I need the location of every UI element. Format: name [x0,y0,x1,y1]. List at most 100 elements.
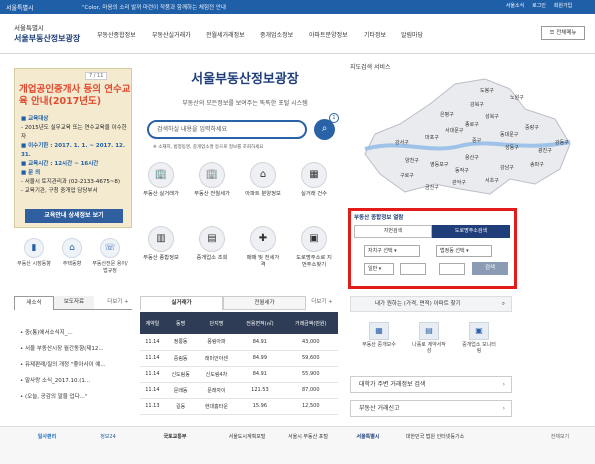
seoul-map[interactable]: 도봉구노원구강북구은평구 성북구중랑구 종로구서대문구동대문구 마포구중구성동구 광진구… [360,74,575,202]
table-row[interactable]: 11.14 중림동 래미안아센 84.99 59,600 [140,350,338,367]
map-district[interactable]: 노원구 [510,94,524,101]
tab-press[interactable]: 보도자료 [54,296,94,309]
map-district[interactable]: 금천구 [425,184,439,191]
nav-item[interactable]: 전월세거래정보 [206,30,245,39]
map-district[interactable]: 용산구 [465,154,479,161]
nav-item[interactable]: 중개업소정보 [260,30,293,39]
quick-terms[interactable]: ☏ 부동산전문 용어/법규정 [92,238,128,274]
map-district[interactable]: 강서구 [395,139,409,146]
footer-more-link[interactable]: 전체보기 [540,433,580,451]
footer-logo[interactable]: 서울시 부동산 포털 [285,433,331,451]
nav-item[interactable]: 알림마당 [401,30,423,39]
tab-rent-price[interactable]: 전월세가 [223,296,306,310]
table-row[interactable]: 11.14 문래동 문래자이 121.53 87,000 [140,382,338,399]
footer-logo[interactable]: 대한민국 법원 인터넷등기소 [403,433,467,451]
map-district[interactable]: 성동구 [505,144,519,151]
lot-sub-input[interactable] [439,263,465,275]
map-district[interactable]: 서초구 [485,177,499,184]
news-more-link[interactable]: 더보기 + [104,296,132,309]
map-district[interactable]: 영등포구 [430,161,449,168]
district-select[interactable]: 자치구 선택 ▾ [364,245,420,257]
map-district[interactable]: 구로구 [400,173,414,179]
map-district[interactable]: 강남구 [500,164,514,171]
banner-pager[interactable]: 7 / 11 [85,72,108,80]
map-district[interactable]: 성북구 [485,113,499,120]
brokerage-fee[interactable]: ▦ 부동산 중개보수 [360,322,398,348]
map-district[interactable]: 강북구 [470,101,484,108]
map-district[interactable]: 마포구 [425,134,439,141]
map-district[interactable]: 동작구 [455,167,469,174]
table-cell: 15.96 [236,398,284,415]
lot-main-input[interactable] [400,263,426,275]
join-icon[interactable]: 회원가입 [551,2,575,9]
map-district[interactable]: 동대문구 [500,131,519,138]
news-icon[interactable]: 서울소식 [503,2,527,9]
nav-item[interactable]: 아파트분양정보 [309,30,348,39]
login-icon[interactable]: 로그인 [527,2,551,9]
nav-item[interactable]: 부동산실거래가 [152,30,191,39]
tile-sale-rent-price[interactable]: ✚ 매매 및 전세가격 [245,226,281,269]
contract-writing[interactable]: ▤ 나홀로 계약서작성 [410,322,448,354]
news-item[interactable]: • 말사랑 소식_2017.10.(1... [20,376,132,384]
tile-real-price[interactable]: 🏢 부동산 실거래가 [143,162,179,198]
dong-select[interactable]: 법정동 선택 ▾ [436,245,492,257]
tab-news[interactable]: 새소식 [14,296,54,310]
quick-housing-trend[interactable]: ⌂ 주택동향 [54,238,90,267]
map-district[interactable]: 은평구 [440,111,454,118]
map-district[interactable]: 중랑구 [525,124,539,131]
news-item[interactable]: • 유제판례/질의 개정 "좋아사이 예... [20,360,132,368]
top-notice[interactable]: "Color, 마음의 소리 발꺼 마련이 작품과 함께하는 체험전 안내 [82,3,226,11]
real-estate-info-box: 부동산 종합정보 열람 지번검색 도로명주소검색 자치구 선택 ▾ 법정동 선택… [348,208,517,289]
map-district[interactable]: 서대문구 [445,127,464,134]
map-district[interactable]: 도봉구 [480,88,494,94]
tile-deal-count[interactable]: ▦ 실거래 건수 [296,162,332,198]
nav-item[interactable]: 부동산종합정보 [97,30,136,39]
seoul-logo-text[interactable]: 서울특별시 [6,3,34,12]
map-district[interactable]: 양천구 [405,157,419,164]
map-district[interactable]: 종로구 [465,122,479,128]
campus-trade-search[interactable]: 대학가 주변 거래정보 검색 › [350,376,512,393]
tile-agency-search[interactable]: ▤ 중개업소 조회 [194,226,230,262]
quick-market-trend[interactable]: ▮ 부동산 시장동향 [16,238,52,267]
table-cell: 신도림동 [164,366,197,383]
footer-logo[interactable]: 서울도시계획포털 [218,433,276,451]
nav-item[interactable]: 기타정보 [364,30,386,39]
map-district[interactable]: 송파구 [530,161,544,168]
type-select[interactable]: 일반 ▾ [364,263,394,275]
news-item[interactable]: • 중(통)에서소식지_... [20,328,132,336]
map-district[interactable]: 강동구 [555,139,569,146]
tile-general-info[interactable]: ▥ 부동산 종합정보 [143,226,179,262]
tab-lot-search[interactable]: 지번검색 [354,225,432,238]
footer-logo[interactable]: 서울특별시 [340,433,396,451]
table-more-link[interactable]: 더보기 + [306,296,338,310]
table-cell: 11.14 [140,382,165,399]
search-input[interactable]: 검색하실 내용을 입력하세요 [147,120,307,139]
table-row[interactable]: 11.14 신도림동 신도림4차 84.91 55,900 [140,366,338,383]
tile-rent-price[interactable]: 🏢 부동산 전월세가 [194,162,230,198]
col-header: 단지명 [196,312,237,334]
news-item[interactable]: • 서울 부동산시장 월간동향(제12... [20,344,132,352]
tile-road-address[interactable]: ▣ 도로명주소로 지번주소찾기 [296,226,332,269]
map-district[interactable]: 관악구 [452,179,466,186]
tab-real-price[interactable]: 실거래가 [140,296,223,310]
rebox-search-button[interactable]: 검색 [472,262,508,275]
banner[interactable]: 7 / 11 개업공인중개사 등의 연수교육 안내(2017년도) ■ 교육대상… [14,68,132,228]
table-row[interactable]: 11.14 정릉동 풍림아파 84.91 43,000 [140,334,338,351]
banner-heading: 개업공인중개사 등의 연수교육 안내(2017년도) [19,84,131,107]
map-district[interactable]: 광진구 [538,147,552,154]
footer-logo[interactable]: 정보24 [88,433,128,451]
apartment-finder-bar[interactable]: 내가 원하는 (가격, 면적) 아파트 찾기 ⌕ [350,296,512,312]
footer-logo[interactable]: 국토교통부 [143,433,207,451]
news-item[interactable]: • (오늘, 공감의 말을 업다..." [20,392,132,400]
footer-logo[interactable]: 일사편리 [18,433,76,451]
brand[interactable]: 서울특별시 서울부동산정보광장 [14,22,84,44]
table-row[interactable]: 11.13 길동 현대홈타운 15.96 12,500 [140,398,338,415]
agency-monitoring[interactable]: ▣ 중개업소 모니터링 [460,322,498,354]
map-district[interactable]: 중구 [472,138,482,144]
tile-apt-sale[interactable]: ⌂ 아파트 분양정보 [245,162,281,198]
all-menu-button[interactable]: ☰ 전체메뉴 [541,26,585,40]
tab-road-search[interactable]: 도로명주소검색 [432,225,510,238]
trade-report-link[interactable]: 부동산 거래신고 › [350,400,512,417]
table-cell: 길동 [164,398,197,415]
banner-detail-button[interactable]: 교육안내 상세정보 보기 [25,209,123,223]
